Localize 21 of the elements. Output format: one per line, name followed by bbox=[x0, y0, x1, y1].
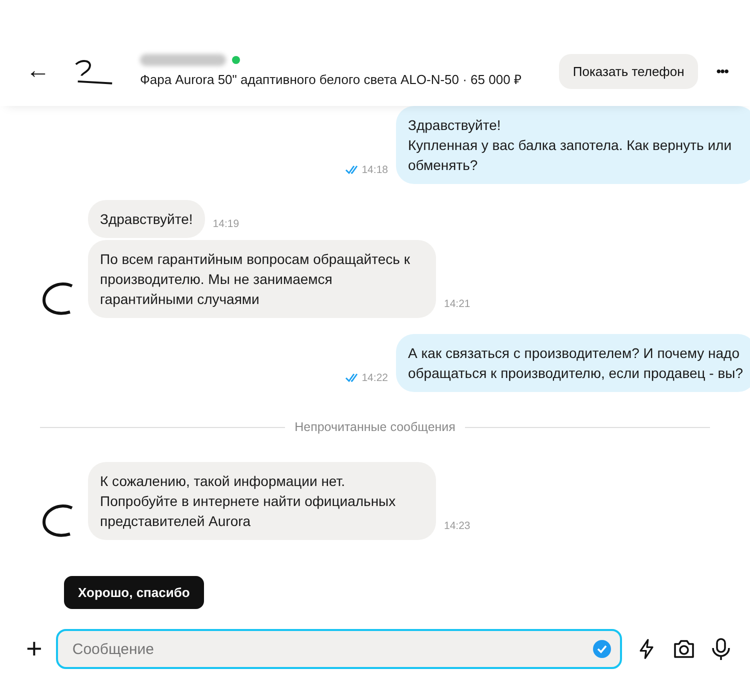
message-time: 14:18 bbox=[362, 164, 388, 176]
back-button[interactable]: ← bbox=[26, 57, 50, 85]
quick-reply-chip[interactable]: Хорошо, спасибо bbox=[64, 576, 204, 609]
listing-title: Фара Aurora 50" адаптивного белого света ALO-N-50 · 65 000 ₽ bbox=[140, 71, 523, 88]
incoming-message: Здравствуйте! bbox=[88, 200, 205, 238]
add-button[interactable]: + bbox=[26, 635, 42, 663]
outgoing-message: А как связаться с производителем? И почему надо обращаться к производителю, если продавец - вы? bbox=[396, 334, 750, 392]
microphone-icon[interactable] bbox=[710, 637, 732, 661]
more-button[interactable]: ••• bbox=[712, 63, 732, 79]
unread-divider-label: Непрочитанные сообщения bbox=[294, 420, 456, 434]
incoming-message: По всем гарантийным вопросам обращайтесь к производителю. Мы не занимаемся гарантийными случаями bbox=[88, 240, 436, 318]
message-time: 14:22 bbox=[362, 372, 388, 384]
camera-icon[interactable] bbox=[672, 638, 696, 660]
message-time: 14:23 bbox=[444, 520, 470, 532]
message-time: 14:21 bbox=[444, 298, 470, 310]
message-time: 14:19 bbox=[212, 218, 240, 230]
incoming-message: К сожалению, такой информации нет. Попробуйте в интернете найти официальных представителей Aurora bbox=[88, 462, 436, 540]
message-input-field[interactable]: Сообщение bbox=[56, 629, 622, 669]
check-icon bbox=[592, 639, 612, 659]
show-phone-button[interactable]: Показать телефон bbox=[558, 54, 698, 88]
outgoing-message: Здравствуйте! Купленная у вас балка запотела. Как вернуть или обменять? bbox=[396, 106, 750, 184]
